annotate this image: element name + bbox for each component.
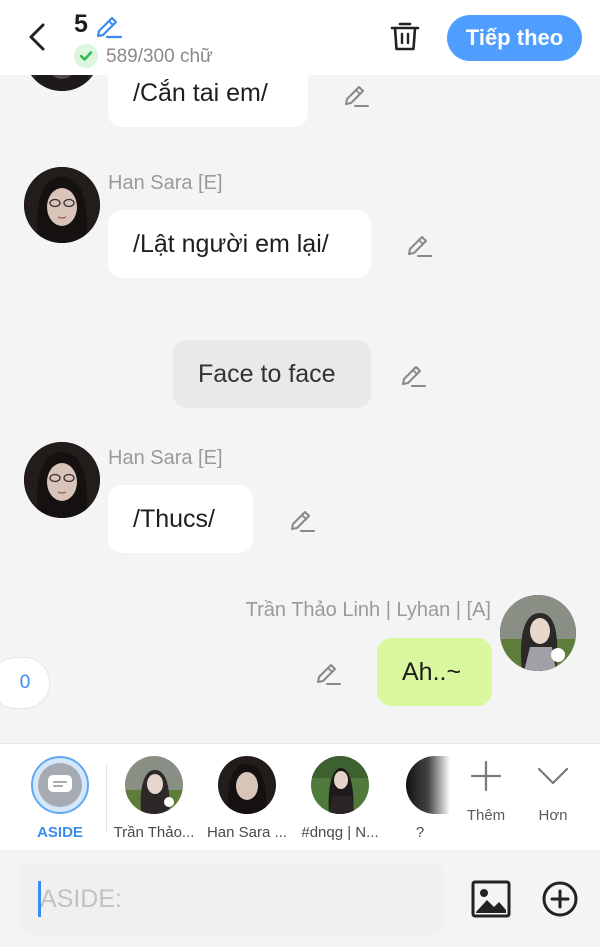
pencil-icon <box>408 236 432 257</box>
edit-title-button[interactable] <box>93 9 123 39</box>
message-bubble[interactable]: /Lật người em lại/ <box>108 210 371 278</box>
sender-name: Han Sara [E] <box>108 447 223 469</box>
chapter-number: 5 <box>74 10 88 38</box>
message-bubble[interactable]: /Cắn tai em/ <box>108 75 308 127</box>
check-icon <box>74 44 98 68</box>
add-button[interactable] <box>539 878 581 920</box>
edit-message-button[interactable] <box>398 359 428 389</box>
pencil-icon <box>96 16 123 39</box>
comment-counter[interactable]: 0 <box>0 657 50 709</box>
add-character-label: Thêm <box>466 807 506 824</box>
aside-avatar <box>31 756 89 814</box>
character-avatar <box>311 756 369 814</box>
word-count: 589/300 chữ <box>106 46 213 67</box>
divider <box>106 764 107 832</box>
text-caret <box>38 881 41 917</box>
character-avatar <box>218 756 276 814</box>
expand-label: Hơn <box>538 807 568 824</box>
next-button[interactable]: Tiếp theo <box>447 15 582 61</box>
message-text: /Cắn tai em/ <box>133 78 268 107</box>
character-avatar <box>406 756 450 814</box>
pencil-icon <box>402 366 426 387</box>
avatar[interactable] <box>24 442 100 518</box>
edit-message-button[interactable] <box>313 657 343 687</box>
avatar[interactable] <box>24 75 100 91</box>
character-avatar <box>125 756 183 814</box>
character-name: Trần Thảo... <box>113 824 195 841</box>
character-name: ? <box>415 824 425 841</box>
character-option[interactable]: #dnqg | N... <box>295 756 385 841</box>
narration-bubble[interactable]: Face to face <box>173 340 371 408</box>
plus-circle-icon <box>542 881 578 917</box>
delete-button[interactable] <box>387 18 423 54</box>
message-input-container <box>20 863 443 935</box>
chevron-left-icon <box>29 23 45 51</box>
back-button[interactable] <box>22 20 52 54</box>
character-option[interactable]: ? <box>390 756 450 841</box>
character-name: #dnqg | N... <box>301 824 379 841</box>
sender-name: Trần Thảo Linh | Lyhan | [A] <box>245 599 491 621</box>
message-text: Ah..~ <box>402 657 462 686</box>
top-bar: 5 589/300 chữ Tiếp theo <box>0 0 600 75</box>
character-option[interactable]: Trần Thảo... <box>109 756 199 841</box>
character-selector: ASIDE Trần Thảo... Han Sara ... #dnqg | … <box>0 743 600 851</box>
pencil-icon <box>291 511 315 532</box>
add-character-button[interactable]: Thêm <box>456 758 516 824</box>
pencil-icon <box>317 664 341 685</box>
avatar[interactable] <box>500 595 576 671</box>
edit-message-button[interactable] <box>287 504 317 534</box>
pencil-icon <box>345 86 369 107</box>
edit-message-button[interactable] <box>341 79 371 109</box>
trash-icon <box>390 22 420 51</box>
character-option[interactable]: Han Sara ... <box>202 756 292 841</box>
image-icon <box>471 880 511 918</box>
my-message-bubble[interactable]: Ah..~ <box>377 638 492 706</box>
character-name: Han Sara ... <box>206 824 288 841</box>
message-text: /Lật người em lại/ <box>133 229 329 258</box>
message-text: Face to face <box>198 359 336 388</box>
expand-characters-button[interactable]: Hơn <box>523 758 583 824</box>
message-input[interactable] <box>20 863 443 935</box>
message-icon <box>48 775 72 792</box>
chat-area[interactable]: /Cắn tai em/ Han Sara [E] /Lật người em … <box>0 75 600 743</box>
character-name: ASIDE <box>37 824 83 841</box>
plus-icon <box>470 760 502 792</box>
avatar[interactable] <box>24 167 100 243</box>
message-bubble[interactable]: /Thucs/ <box>108 485 253 553</box>
insert-image-button[interactable] <box>470 878 512 920</box>
sender-name: Han Sara [E] <box>108 172 223 194</box>
message-text: /Thucs/ <box>133 504 215 533</box>
edit-message-button[interactable] <box>404 229 434 259</box>
character-aside[interactable]: ASIDE <box>15 756 105 841</box>
chevron-down-icon <box>537 767 569 785</box>
